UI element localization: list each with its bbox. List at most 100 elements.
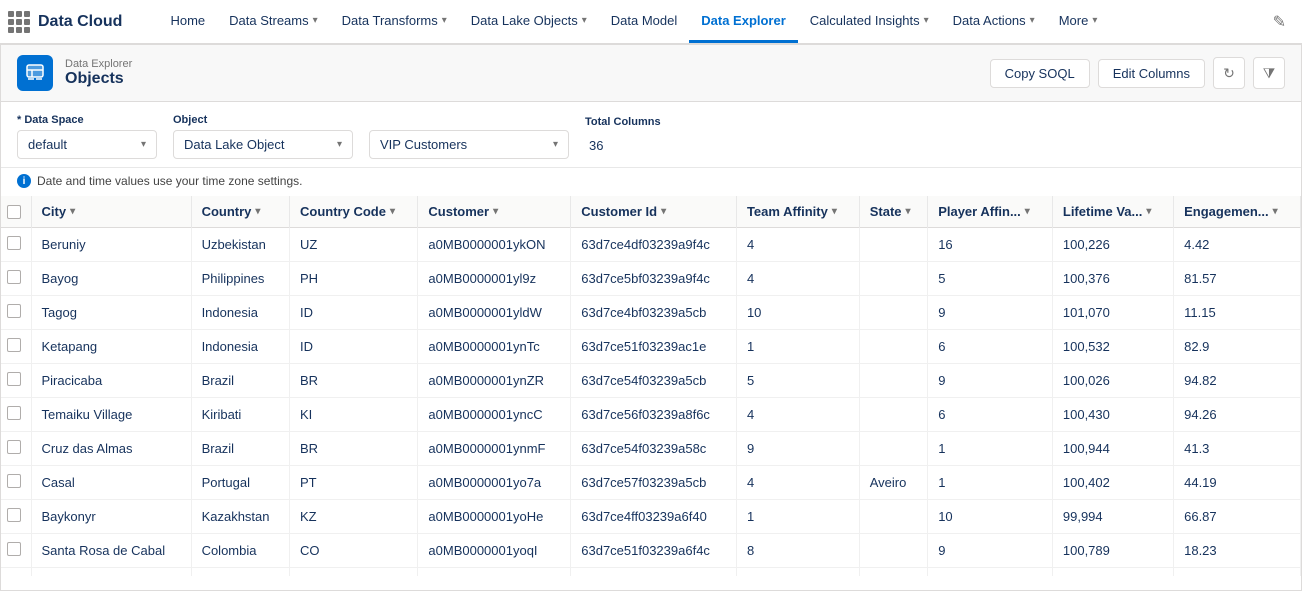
app-launcher[interactable]: Data Cloud — [8, 11, 142, 33]
sub-header-title-block: Data Explorer Objects — [65, 58, 132, 88]
cell-customer: a0MB0000001ynTc — [418, 330, 571, 364]
state-column-header[interactable]: State ▾ — [859, 196, 927, 228]
data-space-select[interactable]: default ▾ — [17, 130, 157, 159]
row-checkbox[interactable] — [7, 440, 21, 454]
cell-country_code: BR — [290, 364, 418, 398]
country-column-header[interactable]: Country ▾ — [191, 196, 289, 228]
row-checkbox-cell — [1, 466, 31, 500]
nav-item-data-explorer[interactable]: Data Explorer — [689, 0, 798, 43]
chevron-down-icon: ▾ — [1092, 15, 1097, 26]
cell-engagement: 81.57 — [1174, 262, 1301, 296]
row-checkbox[interactable] — [7, 338, 21, 352]
sort-icon: ▾ — [390, 206, 395, 217]
nav-item-data-transforms[interactable]: Data Transforms ▾ — [330, 0, 459, 43]
refresh-button[interactable]: ↻ — [1213, 57, 1245, 89]
table-row: TagogIndonesiaIDa0MB0000001yldW63d7ce4bf… — [1, 296, 1301, 330]
edit-columns-button[interactable]: Edit Columns — [1098, 59, 1205, 88]
table-row: PiracicabaBrazilBRa0MB0000001ynZR63d7ce5… — [1, 364, 1301, 398]
cell-country_code: BR — [290, 432, 418, 466]
row-checkbox-cell — [1, 262, 31, 296]
table-row: Santa Rosa de CabalColombiaCOa0MB0000001… — [1, 534, 1301, 568]
cell-country_code: PT — [290, 466, 418, 500]
cell-engagement: 11.15 — [1174, 296, 1301, 330]
cell-engagement: 18.23 — [1174, 534, 1301, 568]
edit-nav-icon[interactable]: ✎ — [1265, 8, 1294, 36]
cell-customer: a0MB0000001ynZR — [418, 364, 571, 398]
cell-city: Buenos Aires — [31, 568, 191, 577]
country-code-column-header[interactable]: Country Code ▾ — [290, 196, 418, 228]
chevron-down-icon: ▾ — [582, 15, 587, 26]
data-space-group: * Data Space default ▾ — [17, 114, 157, 159]
total-columns-label: Total Columns — [585, 116, 661, 128]
filter-button[interactable]: ⧩ — [1253, 57, 1285, 89]
sub-header-subtitle: Data Explorer — [65, 58, 132, 70]
cell-lifetime_va: 100,402 — [1052, 466, 1173, 500]
nav-item-data-model[interactable]: Data Model — [599, 0, 689, 43]
cell-lifetime_va: 100,376 — [1052, 262, 1173, 296]
customer-id-column-header[interactable]: Customer Id ▾ — [571, 196, 737, 228]
cell-player_affin: 6 — [928, 330, 1053, 364]
cell-country_code: CO — [290, 534, 418, 568]
cell-customer_id: 63d7ce4df03239a9f4c — [571, 228, 737, 262]
cell-customer_id: 63d7ce56f03239a8f6c — [571, 398, 737, 432]
row-checkbox[interactable] — [7, 372, 21, 386]
row-checkbox[interactable] — [7, 508, 21, 522]
cell-team_affinity: 8 — [736, 534, 859, 568]
sub-header-actions: Copy SOQL Edit Columns ↻ ⧩ — [990, 57, 1285, 89]
cell-state — [859, 500, 927, 534]
cell-city: Casal — [31, 466, 191, 500]
row-checkbox-cell — [1, 568, 31, 577]
cell-team_affinity: 9 — [736, 432, 859, 466]
row-checkbox[interactable] — [7, 542, 21, 556]
cell-engagement: 94.26 — [1174, 398, 1301, 432]
cell-state — [859, 568, 927, 577]
info-icon: i — [17, 174, 31, 188]
cell-team_affinity: 1 — [736, 330, 859, 364]
nav-item-more[interactable]: More ▾ — [1047, 0, 1110, 43]
cell-engagement: 82.9 — [1174, 330, 1301, 364]
select-all-header[interactable] — [1, 196, 31, 228]
nav-item-data-lake-objects[interactable]: Data Lake Objects ▾ — [459, 0, 599, 43]
row-checkbox[interactable] — [7, 304, 21, 318]
cell-player_affin: 5 — [928, 262, 1053, 296]
table-container[interactable]: City ▾ Country ▾ Country Code ▾ — [1, 196, 1301, 576]
cell-country: Indonesia — [191, 296, 289, 330]
cell-team_affinity: 10 — [736, 296, 859, 330]
team-affinity-column-header[interactable]: Team Affinity ▾ — [736, 196, 859, 228]
copy-soql-button[interactable]: Copy SOQL — [990, 59, 1090, 88]
vip-label — [369, 114, 569, 126]
nav-item-data-streams[interactable]: Data Streams ▾ — [217, 0, 330, 43]
nav-item-calculated-insights[interactable]: Calculated Insights ▾ — [798, 0, 941, 43]
cell-city: Bayog — [31, 262, 191, 296]
cell-country: Kazakhstan — [191, 500, 289, 534]
nav-item-data-actions[interactable]: Data Actions ▾ — [941, 0, 1047, 43]
object-select[interactable]: Data Lake Object ▾ — [173, 130, 353, 159]
customer-column-header[interactable]: Customer ▾ — [418, 196, 571, 228]
cell-city: Baykonyr — [31, 500, 191, 534]
cell-engagement: 1.23 — [1174, 568, 1301, 577]
cell-city: Ketapang — [31, 330, 191, 364]
cell-player_affin: 1 — [928, 466, 1053, 500]
cell-customer_id: 63d7ce51f03239a6f4c — [571, 534, 737, 568]
city-column-header[interactable]: City ▾ — [31, 196, 191, 228]
row-checkbox[interactable] — [7, 474, 21, 488]
nav-item-home[interactable]: Home — [158, 0, 217, 43]
lifetime-va-column-header[interactable]: Lifetime Va... ▾ — [1052, 196, 1173, 228]
object-label: Object — [173, 114, 353, 126]
select-all-checkbox[interactable] — [7, 205, 21, 219]
cell-city: Santa Rosa de Cabal — [31, 534, 191, 568]
row-checkbox[interactable] — [7, 236, 21, 250]
player-affin-column-header[interactable]: Player Affin... ▾ — [928, 196, 1053, 228]
cell-country: Portugal — [191, 466, 289, 500]
sort-icon: ▾ — [70, 206, 75, 217]
row-checkbox[interactable] — [7, 270, 21, 284]
cell-country_code: PH — [290, 262, 418, 296]
vip-select[interactable]: VIP Customers ▾ — [369, 130, 569, 159]
app-dots-icon[interactable] — [8, 11, 30, 33]
form-area: * Data Space default ▾ Object Data Lake … — [1, 102, 1301, 168]
table-row: BeruniyUzbekistanUZa0MB0000001ykON63d7ce… — [1, 228, 1301, 262]
row-checkbox-cell — [1, 398, 31, 432]
engagement-column-header[interactable]: Engagemen... ▾ — [1174, 196, 1301, 228]
row-checkbox[interactable] — [7, 406, 21, 420]
vip-group: VIP Customers ▾ — [369, 114, 569, 159]
